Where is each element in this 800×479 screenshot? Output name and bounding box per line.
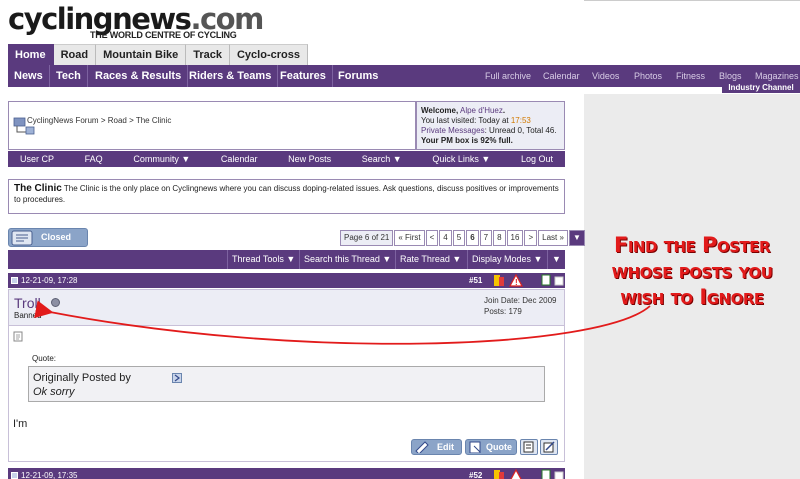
- annotation-callout: Find the Poster whose posts you wish to …: [585, 232, 799, 310]
- callout-line-2: whose posts you: [611, 259, 773, 283]
- callout-line-3: wish to Ignore: [620, 285, 764, 309]
- callout-line-1: Find the Poster: [613, 233, 771, 257]
- screenshot-root: cyclingnews.com THE WORLD CENTRE OF CYCL…: [0, 0, 800, 479]
